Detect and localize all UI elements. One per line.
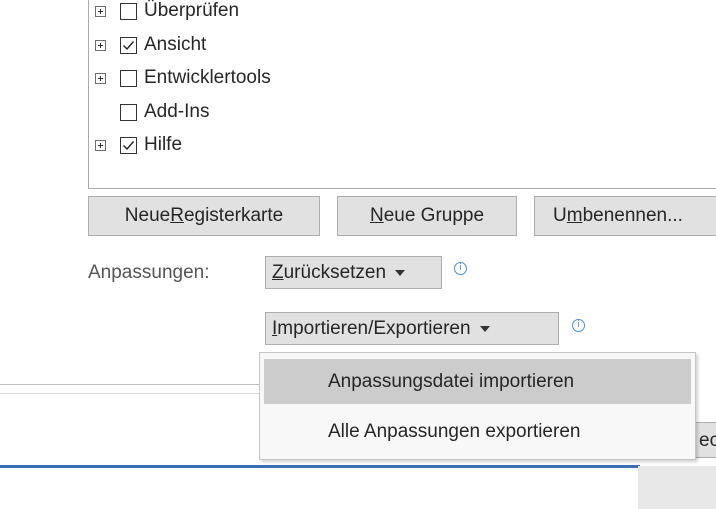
accelerator-key: m [566, 205, 583, 226]
checkbox-checked[interactable] [120, 36, 137, 54]
tree-item-label: Entwicklertools [144, 67, 271, 88]
accelerator-key: Z [272, 261, 284, 283]
expand-icon[interactable] [95, 139, 106, 151]
tree-item-label: Hilfe [144, 134, 183, 155]
reset-dropdown[interactable]: Zurücksetzen [265, 256, 442, 289]
new-group-label: eue Gruppe [383, 205, 485, 226]
expand-icon[interactable] [95, 5, 106, 17]
menu-item-label: Anpassungsdatei importieren [328, 370, 575, 392]
info-icon[interactable]: i [572, 319, 585, 332]
tree-item-label: Add-Ins [144, 101, 210, 122]
checkbox[interactable] [120, 103, 137, 121]
checkbox[interactable] [120, 2, 137, 20]
separator-line [0, 384, 262, 385]
customizations-label: Anpassungen: [88, 262, 210, 283]
separator-line [0, 393, 262, 394]
ribbon-tabs-tree[interactable]: Überprüfen Ansicht Entwicklertools Add-I… [88, 0, 716, 189]
reset-label: urücksetzen [283, 261, 387, 283]
taskbar-area [638, 466, 716, 509]
new-tab-label: egisterkarte [183, 205, 284, 226]
checkbox-checked[interactable] [120, 136, 137, 154]
checkmark-icon [123, 140, 135, 150]
accelerator-key: N [369, 205, 384, 226]
import-export-label: mportieren/Exportieren [277, 317, 471, 339]
cancel-button-label: ec [699, 430, 716, 451]
tree-item-label: Ansicht [144, 34, 207, 55]
window-border [0, 465, 640, 468]
checkmark-icon [123, 40, 135, 50]
accelerator-key: R [170, 205, 184, 226]
chevron-down-icon [395, 269, 406, 276]
menu-item-export-all-customizations[interactable]: Alle Anpassungen exportieren [264, 409, 691, 454]
rename-button[interactable]: Um benennen... [534, 196, 716, 236]
new-group-button[interactable]: Neue Gruppe [337, 196, 517, 236]
rename-label: U [553, 205, 567, 226]
new-tab-button[interactable]: Neue Registerkarte [88, 196, 320, 236]
rename-label: benennen... [582, 205, 683, 226]
info-icon[interactable]: i [454, 262, 467, 275]
tree-item-label: Überprüfen [144, 0, 240, 21]
import-export-dropdown[interactable]: Importieren/Exportieren [265, 312, 559, 345]
menu-item-label: Alle Anpassungen exportieren [328, 420, 581, 442]
expand-icon[interactable] [95, 72, 106, 84]
new-tab-label: Neue [124, 205, 171, 226]
menu-item-import-customization-file[interactable]: Anpassungsdatei importieren [264, 359, 691, 404]
chevron-down-icon [479, 325, 490, 332]
import-export-menu: Anpassungsdatei importieren Alle Anpassu… [259, 352, 696, 460]
checkbox[interactable] [120, 69, 137, 87]
customize-ribbon-dialog: ec Überprüfen Ansicht Entwicklertools Ad… [0, 0, 716, 509]
expand-icon[interactable] [95, 39, 106, 51]
